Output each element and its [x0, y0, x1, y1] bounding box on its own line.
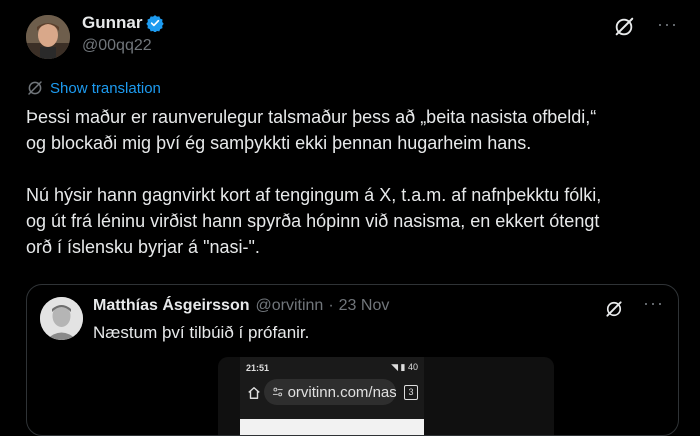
phone-tab-count: 3 [404, 385, 418, 400]
quoted-more-options-icon[interactable]: ··· [643, 293, 664, 314]
phone-page-content [240, 419, 424, 435]
quoted-author-handle[interactable]: @orvitinn [255, 297, 323, 315]
phone-status-icons: ◥ ▮ 40 [391, 362, 418, 372]
verified-badge-icon [146, 15, 165, 32]
show-translation-label[interactable]: Show translation [50, 80, 161, 97]
phone-url-text: orvitinn.com/nasi [287, 383, 396, 401]
tweet-body: Þessi maður er raunverulegur talsmaður þ… [26, 107, 602, 257]
grok-icon[interactable] [613, 16, 635, 38]
phone-screen: 21:51 ◥ ▮ 40 orvitinn.com/nasi 3 [240, 357, 424, 435]
grok-translate-icon [28, 81, 42, 95]
quoted-text: Næstum því tilbúið í prófanir. [93, 323, 310, 342]
more-options-icon[interactable]: ··· [657, 15, 678, 33]
show-translation-link[interactable]: Show translation [26, 79, 161, 97]
quoted-media-image[interactable]: 21:51 ◥ ▮ 40 orvitinn.com/nasi 3 [218, 357, 554, 435]
site-info-icon [272, 387, 283, 397]
dot-separator: · [328, 297, 334, 314]
author-handle[interactable]: @00qq22 [82, 37, 152, 55]
phone-status-time: 21:51 [246, 363, 270, 373]
quoted-author-avatar[interactable] [40, 297, 83, 340]
quoted-date[interactable]: 23 Nov [339, 297, 390, 315]
quoted-tweet[interactable]: Matthías Ásgeirsson @orvitinn · 23 Nov ·… [26, 284, 679, 436]
quoted-grok-icon[interactable] [604, 299, 624, 319]
author-name[interactable]: Gunnar [82, 13, 142, 33]
home-icon [248, 387, 260, 399]
phone-url-bar: orvitinn.com/nasi [264, 379, 396, 405]
author-avatar[interactable] [26, 15, 70, 59]
quoted-author-name[interactable]: Matthías Ásgeirsson [93, 297, 249, 315]
